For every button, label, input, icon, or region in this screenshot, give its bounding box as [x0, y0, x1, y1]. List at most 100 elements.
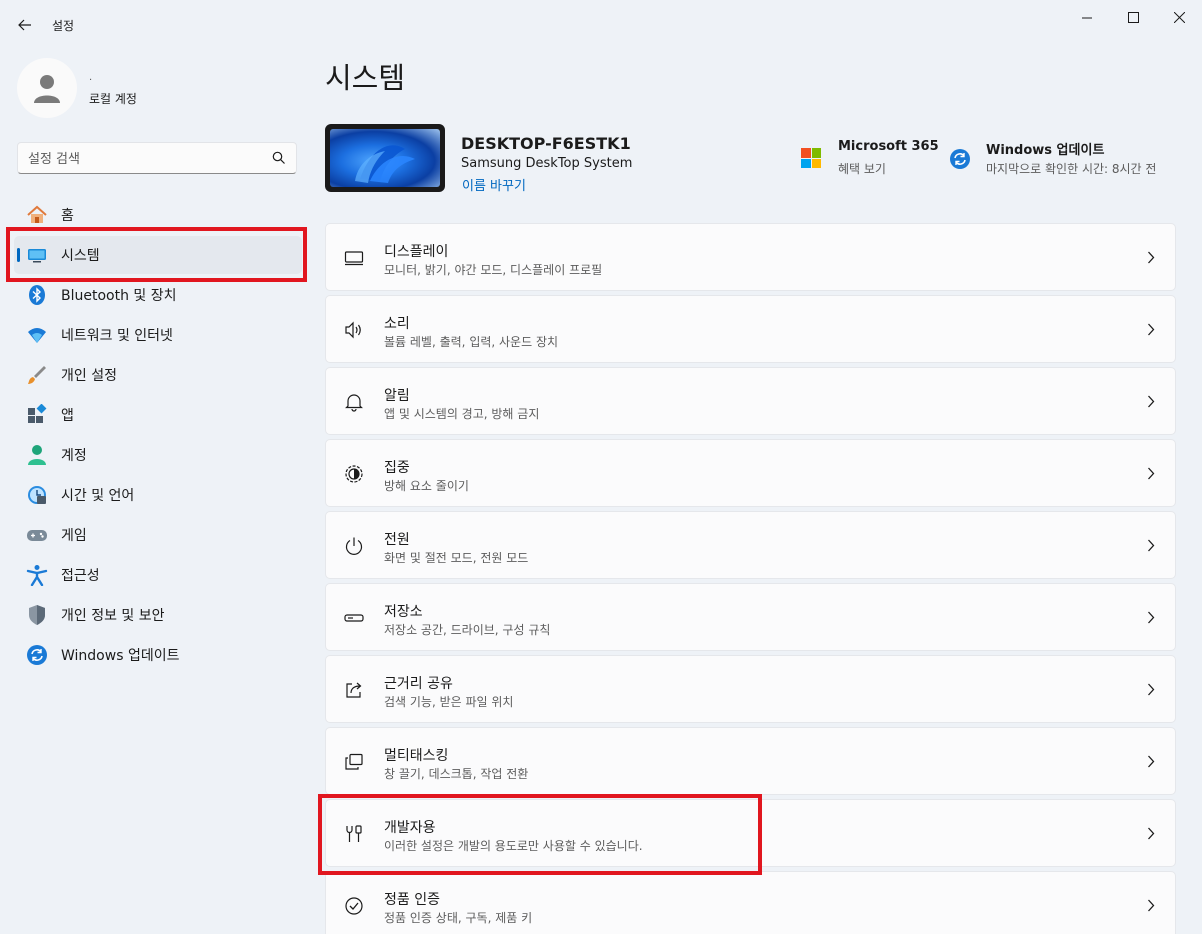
sidebar-item-privacy[interactable]: 개인 정보 및 보안 — [14, 596, 302, 634]
minimize-button[interactable] — [1064, 0, 1110, 34]
back-button[interactable] — [12, 12, 38, 38]
chevron-right-icon — [1148, 251, 1155, 264]
close-icon — [1173, 11, 1185, 23]
shield-icon — [26, 604, 48, 626]
setting-power[interactable]: 전원 화면 및 절전 모드, 전원 모드 — [325, 511, 1176, 579]
bluetooth-icon — [26, 284, 48, 306]
sidebar-item-gaming[interactable]: 게임 — [14, 516, 302, 554]
device-thumbnail — [325, 124, 445, 192]
window-controls — [1064, 0, 1202, 34]
setting-title: 저장소 — [384, 604, 423, 620]
device-name: DESKTOP-F6ESTK1 — [461, 134, 631, 153]
setting-title: 소리 — [384, 316, 410, 332]
chevron-right-icon — [1148, 827, 1155, 840]
setting-display[interactable]: 디스플레이 모니터, 밝기, 야간 모드, 디스플레이 프로필 — [325, 223, 1176, 291]
device-info: DESKTOP-F6ESTK1 Samsung DeskTop System 이… — [325, 124, 1175, 194]
setting-sound[interactable]: 소리 볼륨 레벨, 출력, 입력, 사운드 장치 — [325, 295, 1176, 363]
setting-nearby-sharing[interactable]: 근거리 공유 검색 기능, 받은 파일 위치 — [325, 655, 1176, 723]
windows-update-icon — [950, 149, 970, 169]
setting-subtitle: 검색 기능, 받은 파일 위치 — [384, 695, 514, 709]
microsoft-logo-icon — [801, 148, 821, 168]
chevron-right-icon — [1148, 755, 1155, 768]
sidebar-item-label: 개인 설정 — [61, 368, 117, 384]
setting-subtitle: 앱 및 시스템의 경고, 방해 금지 — [384, 407, 540, 421]
setting-title: 집중 — [384, 460, 410, 476]
sidebar-item-label: 게임 — [61, 528, 87, 544]
settings-search — [17, 142, 297, 174]
page-title: 시스템 — [325, 61, 406, 95]
brush-icon — [26, 364, 48, 386]
apps-icon — [26, 404, 48, 426]
sidebar-item-personalization[interactable]: 개인 설정 — [14, 356, 302, 394]
sidebar-item-accounts[interactable]: 계정 — [14, 436, 302, 474]
sidebar-item-label: 앱 — [61, 408, 74, 424]
sidebar-item-windows-update[interactable]: Windows 업데이트 — [14, 636, 302, 674]
setting-storage[interactable]: 저장소 저장소 공간, 드라이브, 구성 규칙 — [325, 583, 1176, 651]
power-icon — [343, 535, 365, 557]
bloom-wallpaper-icon — [355, 145, 415, 183]
minimize-icon — [1081, 17, 1092, 18]
search-input[interactable] — [28, 150, 258, 168]
profile-email: . — [89, 72, 93, 83]
windows-update-icon — [26, 644, 48, 666]
setting-subtitle: 저장소 공간, 드라이브, 구성 규칙 — [384, 623, 551, 637]
windows-update-subtitle: 마지막으로 확인한 시간: 8시간 전 — [986, 162, 1157, 176]
setting-multitasking[interactable]: 멀티태스킹 창 끌기, 데스크톱, 작업 전환 — [325, 727, 1176, 795]
setting-title: 알림 — [384, 388, 410, 404]
highlight-box-developers — [318, 794, 762, 875]
sidebar-item-label: Bluetooth 및 장치 — [61, 288, 177, 304]
m365-subtitle: 혜택 보기 — [838, 162, 886, 176]
setting-notifications[interactable]: 알림 앱 및 시스템의 경고, 방해 금지 — [325, 367, 1176, 435]
wallpaper-preview — [330, 129, 440, 187]
sidebar-item-label: 네트워크 및 인터넷 — [61, 328, 173, 344]
highlight-box-system — [6, 227, 307, 282]
share-icon — [343, 679, 365, 701]
maximize-icon — [1127, 11, 1139, 23]
multitasking-icon — [343, 751, 365, 773]
setting-title: 전원 — [384, 532, 410, 548]
close-button[interactable] — [1156, 0, 1202, 34]
sidebar-item-network[interactable]: 네트워크 및 인터넷 — [14, 316, 302, 354]
sidebar-item-label: Windows 업데이트 — [61, 648, 180, 664]
setting-activation[interactable]: 정품 인증 정품 인증 상태, 구독, 제품 키 — [325, 871, 1176, 934]
chevron-right-icon — [1148, 539, 1155, 552]
accessibility-icon — [26, 564, 48, 586]
chevron-right-icon — [1148, 611, 1155, 624]
title-bar: 설정 — [0, 0, 1202, 48]
storage-icon — [343, 607, 365, 629]
chevron-right-icon — [1148, 683, 1155, 696]
setting-focus[interactable]: 집중 방해 요소 줄이기 — [325, 439, 1176, 507]
account-icon — [26, 444, 48, 466]
chevron-right-icon — [1148, 467, 1155, 480]
setting-subtitle: 화면 및 절전 모드, 전원 모드 — [384, 551, 529, 565]
windows-update-title: Windows 업데이트 — [986, 143, 1105, 158]
setting-title: 멀티태스킹 — [384, 748, 449, 764]
bell-icon — [343, 391, 365, 413]
display-icon — [343, 247, 365, 269]
maximize-button[interactable] — [1110, 0, 1156, 34]
arrow-left-icon — [18, 19, 31, 31]
m365-title: Microsoft 365 — [838, 139, 939, 154]
setting-subtitle: 볼륨 레벨, 출력, 입력, 사운드 장치 — [384, 335, 559, 349]
setting-title: 디스플레이 — [384, 244, 449, 260]
sidebar-item-time-language[interactable]: 시간 및 언어 — [14, 476, 302, 514]
sidebar-item-apps[interactable]: 앱 — [14, 396, 302, 434]
user-avatar-icon — [34, 75, 60, 103]
sidebar-item-label: 접근성 — [61, 568, 100, 584]
focus-icon — [343, 463, 365, 485]
search-icon[interactable] — [272, 151, 286, 165]
setting-subtitle: 정품 인증 상태, 구독, 제품 키 — [384, 911, 533, 925]
sidebar-item-label: 시간 및 언어 — [61, 488, 135, 504]
sidebar-item-accessibility[interactable]: 접근성 — [14, 556, 302, 594]
wifi-icon — [26, 324, 48, 346]
avatar — [17, 58, 77, 118]
chevron-right-icon — [1148, 323, 1155, 336]
chevron-right-icon — [1148, 899, 1155, 912]
profile[interactable]: . 로컬 계정 — [17, 58, 297, 118]
sidebar-item-label: 개인 정보 및 보안 — [61, 608, 165, 624]
speaker-icon — [343, 319, 365, 341]
sidebar-item-label: 계정 — [61, 448, 87, 464]
rename-link[interactable]: 이름 바꾸기 — [462, 175, 526, 194]
app-title: 설정 — [52, 19, 75, 33]
setting-subtitle: 모니터, 밝기, 야간 모드, 디스플레이 프로필 — [384, 263, 603, 277]
